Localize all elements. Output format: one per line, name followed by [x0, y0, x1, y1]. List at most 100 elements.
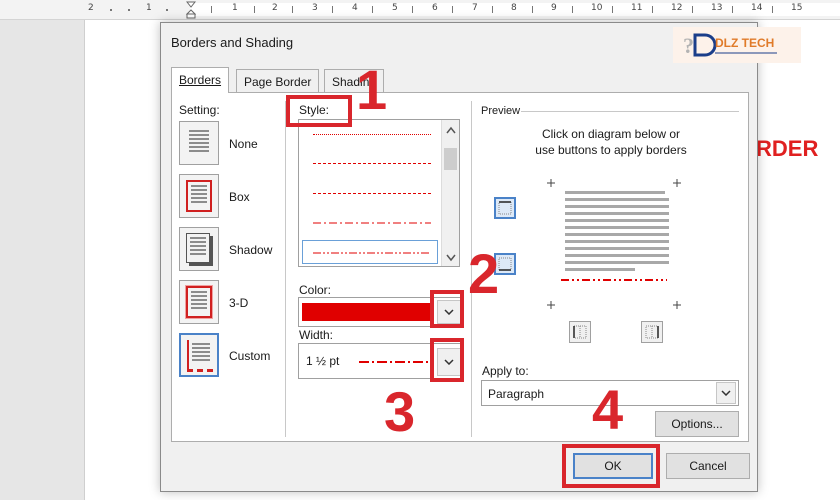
- setting-option-3d[interactable]: 3-D: [229, 296, 248, 310]
- annotation-box-width: [430, 338, 464, 382]
- ruler-tick: [532, 6, 533, 13]
- indent-marker-icon[interactable]: [186, 1, 196, 19]
- top-border-button[interactable]: [494, 197, 516, 219]
- border-top-icon: [498, 201, 512, 215]
- right-border-button[interactable]: [641, 321, 663, 343]
- ruler-number: 1: [146, 3, 152, 13]
- scroll-up-icon[interactable]: [446, 126, 456, 134]
- setting-option-shadow[interactable]: Shadow: [229, 243, 272, 257]
- setting-option-box[interactable]: Box: [229, 190, 250, 204]
- preview-help-line: Click on diagram below or: [541, 127, 681, 141]
- ruler-number: 9: [551, 3, 557, 13]
- ruler-tick: [612, 6, 613, 13]
- borders-and-shading-dialog: Borders and Shading ? DLZ TECH Borders P…: [160, 22, 801, 492]
- ruler-dot: [110, 9, 112, 11]
- ruler-number: 3: [312, 3, 318, 13]
- preview-label: Preview: [481, 105, 521, 117]
- border-box-icon[interactable]: [179, 174, 219, 218]
- style-option-dash-dot-dot: [313, 252, 431, 254]
- ruler-tick: [732, 6, 733, 13]
- left-border-button[interactable]: [569, 321, 591, 343]
- preview-help-text: Click on diagram below or use buttons to…: [491, 126, 731, 158]
- style-option-dotted[interactable]: [313, 134, 431, 135]
- scroll-down-icon[interactable]: [446, 254, 456, 262]
- options-button[interactable]: Options...: [655, 411, 739, 437]
- document-heading-fragment: RDER: [756, 136, 819, 161]
- ruler-tick: [412, 6, 413, 13]
- apply-to-dropdown-button[interactable]: [716, 382, 736, 404]
- width-label: Width:: [299, 328, 334, 342]
- ruler-tick: [492, 6, 493, 13]
- dialog-title: Borders and Shading: [171, 35, 294, 50]
- ruler-tick: [652, 6, 653, 13]
- apply-to-value: Paragraph: [488, 387, 545, 401]
- ruler-dot: [128, 9, 130, 11]
- style-listbox[interactable]: [298, 119, 460, 267]
- annotation-box-color: [430, 290, 464, 328]
- svg-text:DLZ TECH: DLZ TECH: [715, 36, 774, 50]
- annotation-number-4: 4: [592, 378, 624, 441]
- tab-borders[interactable]: Borders: [171, 67, 230, 93]
- border-right-icon: [645, 325, 659, 339]
- style-option-dash-dot[interactable]: [313, 221, 431, 225]
- ruler-tick: [452, 6, 453, 13]
- ruler-tick: [332, 6, 333, 13]
- tab-label: Page Border: [244, 75, 312, 89]
- setting-label: Setting:: [179, 103, 220, 117]
- setting-option-custom[interactable]: Custom: [229, 349, 270, 363]
- color-label: Color:: [299, 283, 332, 297]
- ruler-tick: [772, 6, 773, 13]
- ruler-number: 6: [432, 3, 438, 13]
- tab-label: Borders: [179, 73, 222, 87]
- ruler-number: 8: [511, 3, 517, 13]
- horizontal-ruler: 2 1 1 2 3 4 5 6 7 8 9 10 11 12 13 14 15: [0, 0, 840, 20]
- border-none-icon[interactable]: [179, 121, 219, 165]
- svg-text:?: ?: [683, 33, 694, 58]
- ruler-number: 2: [272, 3, 278, 13]
- preview-diagram[interactable]: [547, 179, 681, 309]
- border-left-icon: [573, 325, 587, 339]
- border-custom-icon[interactable]: [179, 333, 219, 377]
- annotation-box-ok: [562, 444, 660, 488]
- ruler-number: 2: [88, 3, 94, 13]
- preview-help-line: use buttons to apply borders: [535, 143, 687, 157]
- ruler-dot: [166, 9, 168, 11]
- ruler-number: 13: [711, 3, 723, 13]
- annotation-box-style: [286, 95, 352, 127]
- chevron-down-icon: [721, 390, 731, 396]
- ruler-tick: [572, 6, 573, 13]
- style-scrollbar[interactable]: [441, 120, 459, 266]
- ruler-number: 7: [472, 3, 478, 13]
- width-line-preview: [359, 361, 429, 363]
- annotation-number-3: 3: [384, 380, 416, 443]
- style-option-selected[interactable]: [302, 240, 438, 264]
- width-value: 1 ½ pt: [306, 354, 340, 368]
- ruler-tick: [254, 6, 255, 13]
- ruler-number: 1: [232, 3, 238, 13]
- ruler-number: 5: [392, 3, 398, 13]
- ruler-number: 12: [671, 3, 683, 13]
- ruler-number: 10: [591, 3, 603, 13]
- annotation-number-2: 2: [468, 242, 500, 305]
- style-option-dashed-long[interactable]: [313, 193, 431, 194]
- apply-to-label: Apply to:: [482, 364, 529, 378]
- ruler-number: 15: [791, 3, 803, 13]
- border-3d-icon[interactable]: [179, 280, 219, 324]
- preview-rule: [521, 111, 739, 112]
- ruler-number: 14: [751, 3, 763, 13]
- style-option-dashed[interactable]: [313, 163, 431, 164]
- section-divider: [285, 101, 286, 437]
- annotation-number-1: 1: [356, 58, 388, 121]
- ruler-tick: [292, 6, 293, 13]
- tab-page-border[interactable]: Page Border: [236, 69, 320, 93]
- border-bottom-icon: [498, 257, 512, 271]
- cancel-button[interactable]: Cancel: [666, 453, 750, 479]
- scroll-thumb[interactable]: [444, 148, 457, 170]
- ruler-tick: [372, 6, 373, 13]
- setting-option-none[interactable]: None: [229, 137, 258, 151]
- color-swatch: [302, 303, 430, 321]
- ruler-tick: [692, 6, 693, 13]
- ruler-tick: [211, 6, 212, 13]
- dlz-tech-logo: ? DLZ TECH: [673, 27, 801, 63]
- border-shadow-icon[interactable]: [179, 227, 219, 271]
